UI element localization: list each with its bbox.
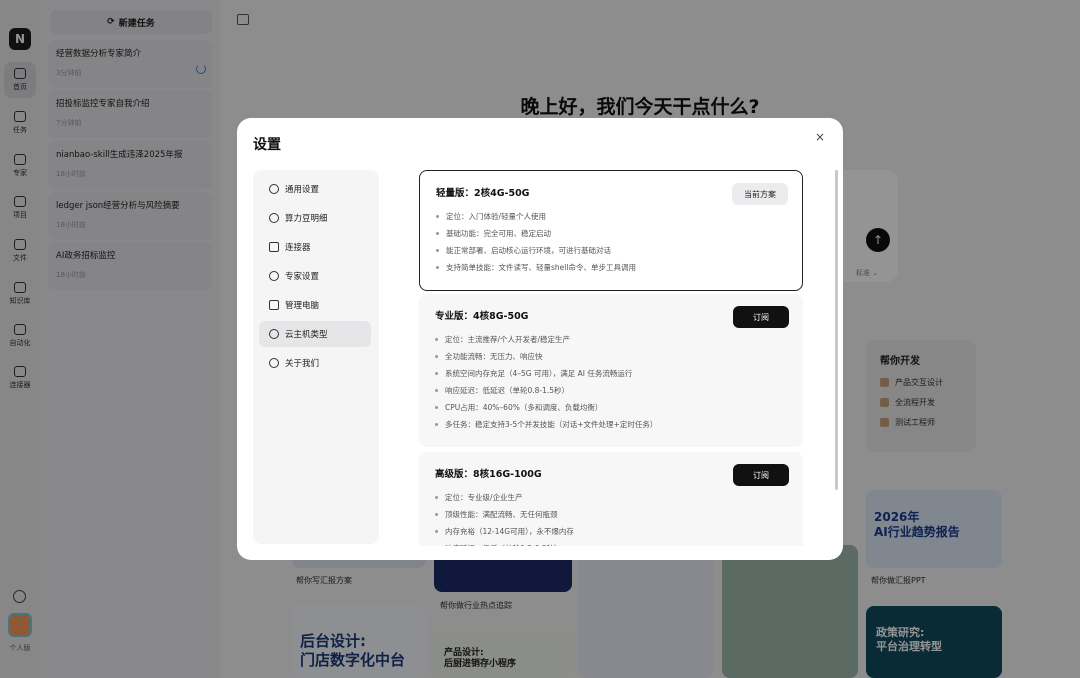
plan-feature: 顶级性能：满配流畅、无任何瓶颈 <box>435 506 787 523</box>
add-circle-icon <box>269 271 279 281</box>
settings-menu: 通用设置算力豆明细连接器专家设置管理电脑云主机类型关于我们 <box>253 170 379 544</box>
menu-item-label: 专家设置 <box>285 272 320 282</box>
plan-feature: 基础功能：完全可用、稳定启动 <box>436 225 786 242</box>
plan-card: 高级版：8核16G-100G 定位：专业级/企业生产 顶级性能：满配流畅、无任何瓶颈… <box>419 452 803 546</box>
plan-feature: 能正常部署、启动核心运行环境，可进行基础对话 <box>436 242 786 259</box>
settings-menu-item[interactable]: 关于我们 <box>259 350 371 376</box>
modal-title: 设置 <box>253 137 281 153</box>
plan-list: 轻量版：2核4G-50G 定位：入门体验/轻量个人使用 基础功能：完全可用、稳定启动… <box>419 170 811 546</box>
current-plan-button[interactable]: 当前方案 <box>732 183 788 205</box>
plan-feature: 系统空间内存充足（4–5G 可用），满足 AI 任务流畅运行 <box>435 365 787 382</box>
plan-feature: CPU占用：40%–60%（多和调度、负载均衡） <box>435 399 787 416</box>
plan-feature: 响应延迟：低延迟（单轮0.8-1.5秒） <box>435 382 787 399</box>
plan-feature: 支持简单技能：文件读写、轻量shell命令、单步工具调用 <box>436 259 786 276</box>
subscribe-button[interactable]: 订阅 <box>733 464 789 486</box>
settings-menu-item[interactable]: 连接器 <box>259 234 371 260</box>
plan-feature: 定位：主流推荐/个人开发者/稳定生产 <box>435 331 787 348</box>
settings-menu-item[interactable]: 算力豆明细 <box>259 205 371 231</box>
plan-feature: 定位：入门体验/轻量个人使用 <box>436 208 786 225</box>
close-icon[interactable]: × <box>815 130 825 144</box>
phone-icon <box>269 242 279 252</box>
menu-item-label: 通用设置 <box>285 185 320 195</box>
settings-icon <box>269 184 279 194</box>
menu-item-label: 连接器 <box>285 243 311 253</box>
plan-feature: 内存充裕（12-14G可用），永不爆内存 <box>435 523 787 540</box>
settings-modal: 设置 × 通用设置算力豆明细连接器专家设置管理电脑云主机类型关于我们 轻量版：2… <box>237 118 843 560</box>
settings-menu-item[interactable]: 管理电脑 <box>259 292 371 318</box>
plan-card: 专业版：4核8G-50G 定位：主流推荐/个人开发者/稳定生产 全功能流畅：无压力、… <box>419 294 803 447</box>
cloud-icon <box>269 329 279 339</box>
pie-chart-icon <box>269 213 279 223</box>
plan-feature: 定位：专业级/企业生产 <box>435 489 787 506</box>
menu-item-label: 管理电脑 <box>285 301 320 311</box>
subscribe-button[interactable]: 订阅 <box>733 306 789 328</box>
monitor-icon <box>269 300 279 310</box>
plan-feature: 多任务：稳定支持3-5个并发技能（对话+文件处理+定时任务） <box>435 416 787 433</box>
plan-list-scrollbar[interactable] <box>835 170 838 490</box>
plan-card: 轻量版：2核4G-50G 定位：入门体验/轻量个人使用 基础功能：完全可用、稳定启动… <box>419 170 803 291</box>
menu-item-label: 云主机类型 <box>285 330 328 340</box>
menu-item-label: 关于我们 <box>285 359 320 369</box>
settings-menu-item[interactable]: 通用设置 <box>259 176 371 202</box>
plan-feature: 响应延迟：极低（单轮0.3-0.8秒） <box>435 540 787 546</box>
user-circle-icon <box>269 358 279 368</box>
plan-feature: 全功能流畅：无压力、响应快 <box>435 348 787 365</box>
menu-item-label: 算力豆明细 <box>285 214 328 224</box>
settings-menu-item[interactable]: 专家设置 <box>259 263 371 289</box>
settings-menu-item[interactable]: 云主机类型 <box>259 321 371 347</box>
